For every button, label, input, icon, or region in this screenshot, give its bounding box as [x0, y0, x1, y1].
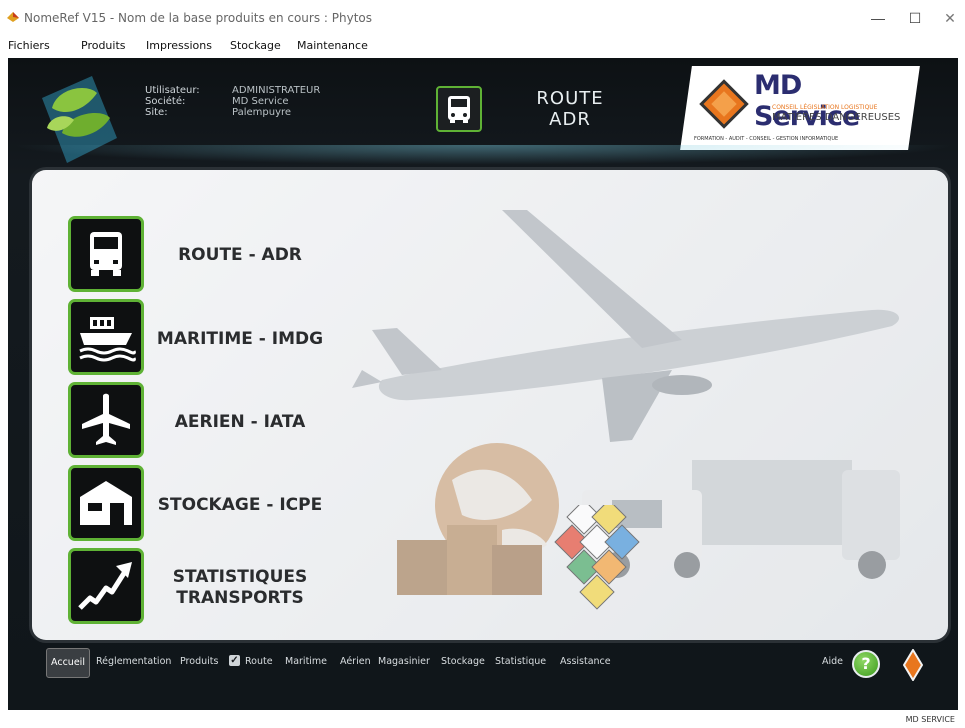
- user-label: Utilisateur:: [145, 85, 200, 96]
- stockage-icpe-button[interactable]: [68, 465, 144, 541]
- chart-up-icon: [78, 562, 132, 610]
- route-checkbox[interactable]: ✓: [229, 655, 240, 666]
- site-label: Site:: [145, 107, 168, 118]
- menu-maintenance[interactable]: Maintenance: [297, 39, 368, 52]
- mode-line2: ADR: [549, 109, 591, 130]
- title-bar: NomeRef V15 - Nom de la base produits en…: [0, 0, 965, 36]
- toolbar-statistique[interactable]: Statistique: [495, 656, 546, 667]
- statistiques-label-line1: STATISTIQUES: [172, 567, 308, 587]
- menu-stockage[interactable]: Stockage: [230, 39, 281, 52]
- company-value: MD Service: [232, 96, 289, 107]
- toolbar-route[interactable]: Route: [245, 656, 273, 667]
- maximize-button[interactable]: ☐: [895, 4, 935, 32]
- route-adr-button[interactable]: [68, 216, 144, 292]
- menu-produits[interactable]: Produits: [81, 39, 126, 52]
- aerien-iata-label[interactable]: AERIEN - IATA: [150, 412, 330, 433]
- ship-icon: [79, 317, 136, 362]
- aerien-iata-button[interactable]: [68, 382, 144, 458]
- app-logo-icon: [7, 12, 19, 22]
- toolbar-maritime[interactable]: Maritime: [285, 656, 327, 667]
- warehouse-icon: [80, 481, 132, 525]
- window-title: NomeRef V15 - Nom de la base produits en…: [24, 11, 373, 25]
- stockage-icpe-label[interactable]: STOCKAGE - ICPE: [150, 495, 330, 516]
- toolbar-assistance[interactable]: Assistance: [560, 656, 611, 667]
- logo-tagline3: FORMATION - AUDIT - CONSEIL - GESTION IN…: [694, 136, 839, 142]
- current-mode: ROUTE ADR: [520, 88, 620, 130]
- logo-tagline2: MATIÈRES DANGEREUSES: [772, 112, 901, 123]
- menu-fichiers[interactable]: Fichiers: [8, 39, 50, 52]
- current-mode-truck-icon: [436, 86, 482, 132]
- accueil-tab[interactable]: Accueil: [46, 648, 90, 678]
- route-adr-label[interactable]: ROUTE - ADR: [150, 245, 330, 266]
- mode-line1: ROUTE: [536, 88, 604, 109]
- close-button[interactable]: ✕: [930, 4, 965, 32]
- statistiques-transports-button[interactable]: [68, 548, 144, 624]
- header-glow: [8, 145, 958, 165]
- toolbar-aerien[interactable]: Aérien: [340, 656, 371, 667]
- menu-impressions[interactable]: Impressions: [146, 39, 212, 52]
- site-value: Palempuyre: [232, 107, 292, 118]
- airplane-icon: [82, 393, 130, 445]
- minimize-button[interactable]: —: [858, 4, 898, 32]
- toolbar-reglementation[interactable]: Réglementation: [96, 656, 171, 667]
- truck-icon: [90, 232, 122, 276]
- toolbar-stockage[interactable]: Stockage: [441, 656, 485, 667]
- menu-bar: Fichiers Produits Impressions Stockage M…: [0, 36, 965, 56]
- md-service-logo: MD Service CONSEIL LÉGISLATION LOGISTIQU…: [692, 66, 908, 150]
- aide-label: Aide: [822, 656, 844, 667]
- statistiques-transports-label[interactable]: STATISTIQUES TRANSPORTS: [150, 567, 330, 609]
- help-icon[interactable]: ?: [852, 650, 880, 678]
- maritime-imdg-button[interactable]: [68, 299, 144, 375]
- maritime-imdg-label[interactable]: MARITIME - IMDG: [150, 329, 330, 350]
- footer-text: MD SERVICE: [905, 715, 955, 724]
- user-value: ADMINISTRATEUR: [232, 85, 321, 96]
- statistiques-label-line2: TRANSPORTS: [176, 588, 304, 608]
- toolbar-magasinier[interactable]: Magasinier: [378, 656, 430, 667]
- diamond-logo-icon: [699, 79, 749, 129]
- status-footer: MD SERVICE: [0, 710, 965, 728]
- logo-tagline1: CONSEIL LÉGISLATION LOGISTIQUE: [772, 104, 878, 111]
- toolbar-produits[interactable]: Produits: [180, 656, 218, 667]
- company-label: Société:: [145, 96, 186, 107]
- md-diamond-icon[interactable]: [903, 649, 923, 681]
